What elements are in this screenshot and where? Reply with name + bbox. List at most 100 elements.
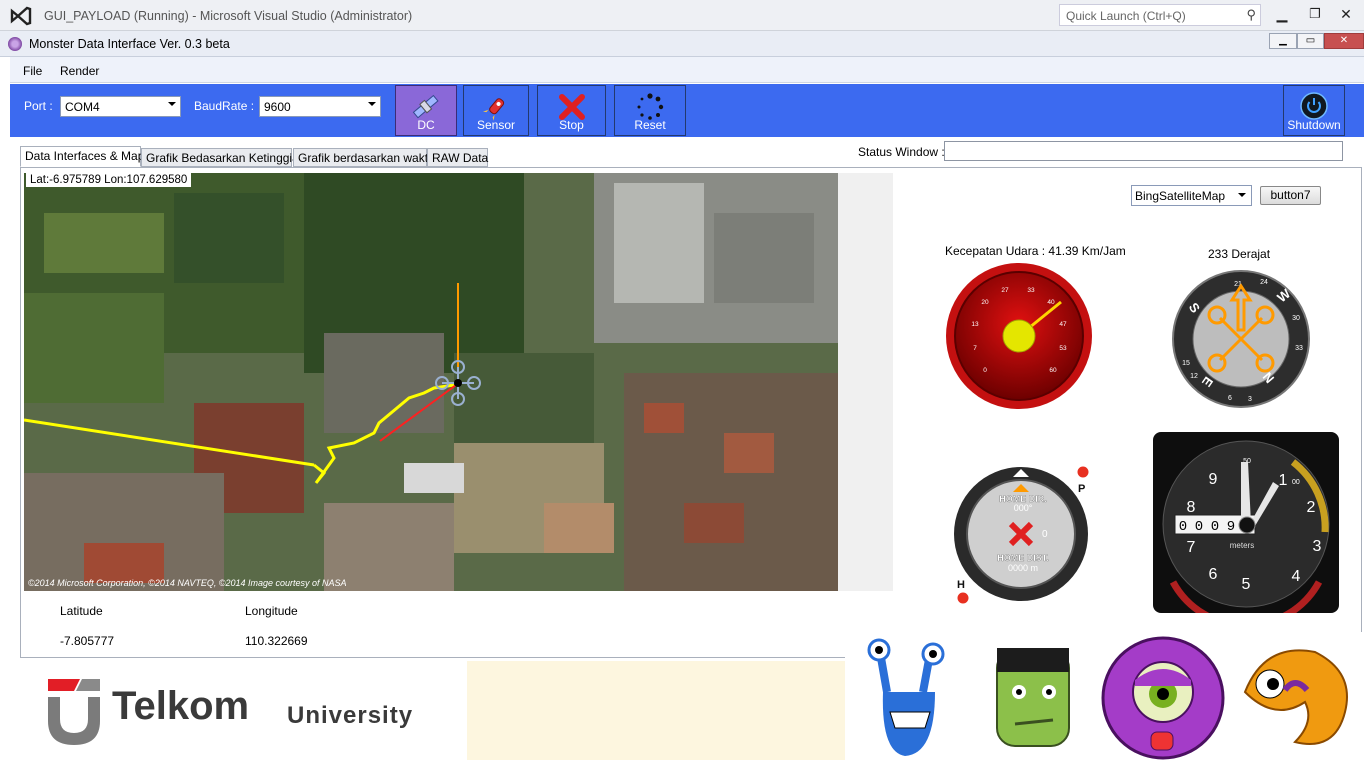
altimeter-unit: meters <box>1230 541 1254 550</box>
button7[interactable]: button7 <box>1260 186 1321 205</box>
university-text: University <box>287 702 414 729</box>
tab-data-interfaces-map[interactable]: Data Interfaces & Map <box>20 146 144 167</box>
tab-grafik-waktu[interactable]: Grafik berdasarkan waktu <box>293 148 435 167</box>
alt-num-9: 9 <box>1209 471 1218 488</box>
airspeed-tick-47: 47 <box>1059 321 1067 328</box>
alt-num-8: 8 <box>1187 499 1196 516</box>
menu-render[interactable]: Render <box>60 64 99 78</box>
purple-cyclops-monster-icon <box>1101 636 1225 760</box>
alt-counter-d4: 9 <box>1227 519 1235 535</box>
heading-num-12: 12 <box>1190 373 1198 380</box>
p-indicator-label: P <box>1078 483 1085 495</box>
airspeed-tick-40: 40 <box>1047 299 1055 306</box>
shutdown-button[interactable]: Shutdown <box>1283 85 1345 136</box>
heading-num-30: 30 <box>1292 315 1300 322</box>
heading-gauge: N E S W 33 30 24 21 15 12 6 3 <box>1172 270 1310 408</box>
airspeed-tick-13: 13 <box>971 321 979 328</box>
app-minimize-button[interactable]: ▁ <box>1269 33 1297 49</box>
longitude-value: 110.322669 <box>245 634 308 648</box>
app-restore-button[interactable]: ▭ <box>1297 33 1324 49</box>
map-cursor-readout: Lat:-6.975789 Lon:107.629580 <box>26 173 192 187</box>
quick-launch-input[interactable]: Quick Launch (Ctrl+Q) ⚲ <box>1059 4 1261 26</box>
menu-file[interactable]: File <box>23 64 42 78</box>
airspeed-tick-53: 53 <box>1059 345 1067 352</box>
status-window-field[interactable] <box>944 141 1343 161</box>
baudrate-label: BaudRate : <box>194 99 255 113</box>
vs-window-title: GUI_PAYLOAD (Running) - Microsoft Visual… <box>44 9 413 23</box>
chevron-down-icon <box>1238 193 1246 197</box>
minimize-button[interactable]: ▁ <box>1272 6 1292 23</box>
heading-num-33: 33 <box>1295 345 1303 352</box>
h-indicator: H <box>956 579 970 605</box>
latitude-value: -7.805777 <box>60 634 115 648</box>
dc-button[interactable]: DC <box>395 85 457 136</box>
port-select[interactable]: COM4 <box>60 96 181 117</box>
airspeed-gauge: 0 7 13 20 27 33 40 47 53 60 <box>946 263 1092 409</box>
heading-label: 233 Derajat <box>1208 247 1271 261</box>
home-dist-value: 0000 m <box>1008 563 1038 573</box>
chevron-down-icon <box>168 102 176 106</box>
altimeter-gauge: 1 2 3 4 5 6 7 8 9 50 00 0 0 0 9 9 meters <box>1153 432 1339 613</box>
tab-grafik-ketinggian[interactable]: Grafik Bedasarkan Ketinggian <box>141 148 305 167</box>
latitude-label: Latitude <box>60 604 103 618</box>
alt-small-00: 00 <box>1292 479 1300 486</box>
heading-num-3: 3 <box>1248 396 1252 403</box>
sensor-button[interactable]: Sensor <box>463 85 529 136</box>
blue-monster-icon <box>867 638 945 756</box>
port-value: COM4 <box>65 100 100 114</box>
monster-mascots <box>845 632 1364 760</box>
monster-app-icon <box>8 37 22 51</box>
heading-num-6: 6 <box>1228 395 1232 402</box>
airspeed-tick-27: 27 <box>1001 287 1009 294</box>
alt-num-5: 5 <box>1242 576 1251 593</box>
reset-button[interactable]: Reset <box>614 85 686 136</box>
search-icon[interactable]: ⚲ <box>1246 7 1256 23</box>
app-titlebar: Monster Data Interface Ver. 0.3 beta ▁ ▭… <box>0 31 1364 57</box>
quick-launch-placeholder: Quick Launch (Ctrl+Q) <box>1066 9 1186 23</box>
alt-num-3: 3 <box>1313 538 1322 555</box>
dc-button-label: DC <box>417 118 435 132</box>
home-indicator-gauge: HOME DIR. 000° 0 HOME DIST. 0000 m <box>954 467 1088 601</box>
airspeed-tick-33: 33 <box>1027 287 1035 294</box>
telkom-brand-text: Telkom <box>112 684 250 728</box>
visual-studio-logo-icon <box>10 6 32 26</box>
orange-lizard-monster-icon <box>1243 649 1348 745</box>
heading-num-15: 15 <box>1182 360 1190 367</box>
port-label: Port : <box>24 99 53 113</box>
app-close-button[interactable]: ✕ <box>1324 33 1364 49</box>
home-dir-value: 000° <box>1014 503 1033 513</box>
p-indicator: P <box>1076 465 1090 495</box>
airspeed-label: Kecepatan Udara : 41.39 Km/Jam <box>945 244 1126 258</box>
toolbar: Port : COM4 BaudRate : 9600 DC Sensor St… <box>10 84 1364 137</box>
frankenstein-monster-icon <box>996 648 1070 747</box>
reset-button-label: Reset <box>634 118 666 132</box>
tab-raw-data[interactable]: RAW Data <box>427 148 488 167</box>
alt-counter-d3: 0 <box>1211 519 1219 535</box>
baudrate-select[interactable]: 9600 <box>259 96 381 117</box>
close-button[interactable]: ✕ <box>1336 6 1356 23</box>
satellite-map[interactable]: Lat:-6.975789 Lon:107.629580 ©2014 Micro… <box>24 173 838 591</box>
map-imagery <box>24 173 838 591</box>
alt-num-2: 2 <box>1307 499 1316 516</box>
status-window-label: Status Window : <box>858 145 945 159</box>
map-provider-value: BingSatelliteMap <box>1135 189 1226 203</box>
stop-button-label: Stop <box>559 118 584 132</box>
baudrate-value: 9600 <box>264 100 291 114</box>
app-title: Monster Data Interface Ver. 0.3 beta <box>29 37 230 51</box>
sensor-button-label: Sensor <box>476 118 516 132</box>
chevron-down-icon <box>368 102 376 106</box>
map-side-strip <box>838 173 893 591</box>
alt-num-6: 6 <box>1209 566 1218 583</box>
h-indicator-label: H <box>957 579 965 591</box>
alt-num-4: 4 <box>1292 568 1301 585</box>
stop-button[interactable]: Stop <box>537 85 606 136</box>
restore-button[interactable]: ❐ <box>1305 6 1325 22</box>
telkom-university-logo: Telkom University <box>20 661 467 760</box>
home-dist-title: HOME DIST. <box>997 553 1049 563</box>
shutdown-button-label: Shutdown <box>1287 118 1341 132</box>
menubar: File Render <box>10 57 1364 83</box>
alt-num-7: 7 <box>1187 539 1196 556</box>
map-copyright: ©2014 Microsoft Corporation, ©2014 NAVTE… <box>28 578 347 588</box>
map-provider-select[interactable]: BingSatelliteMap <box>1131 185 1252 206</box>
monster-mascots-image <box>867 636 1348 760</box>
